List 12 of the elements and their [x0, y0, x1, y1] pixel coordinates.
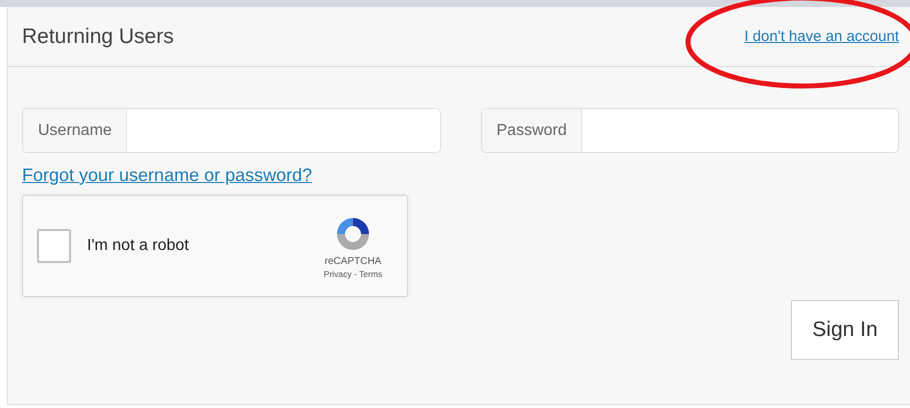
forgot-password-link[interactable]: Forgot your username or password?	[22, 165, 312, 185]
sign-in-button[interactable]: Sign In	[791, 300, 899, 360]
captcha-brand: reCAPTCHA	[324, 256, 382, 266]
panel-title: Returning Users	[22, 24, 174, 48]
input-field[interactable]: Username	[22, 108, 440, 153]
field-label: Password	[482, 109, 582, 152]
no-account-link[interactable]: I don't have an account	[744, 28, 899, 45]
captcha-links[interactable]: Privacy - Terms	[324, 268, 382, 278]
captcha-checkbox[interactable]	[37, 229, 71, 263]
captcha-label: I'm not a robot	[87, 237, 190, 255]
field-label: Username	[23, 109, 127, 152]
input-field[interactable]: Password	[480, 108, 899, 153]
